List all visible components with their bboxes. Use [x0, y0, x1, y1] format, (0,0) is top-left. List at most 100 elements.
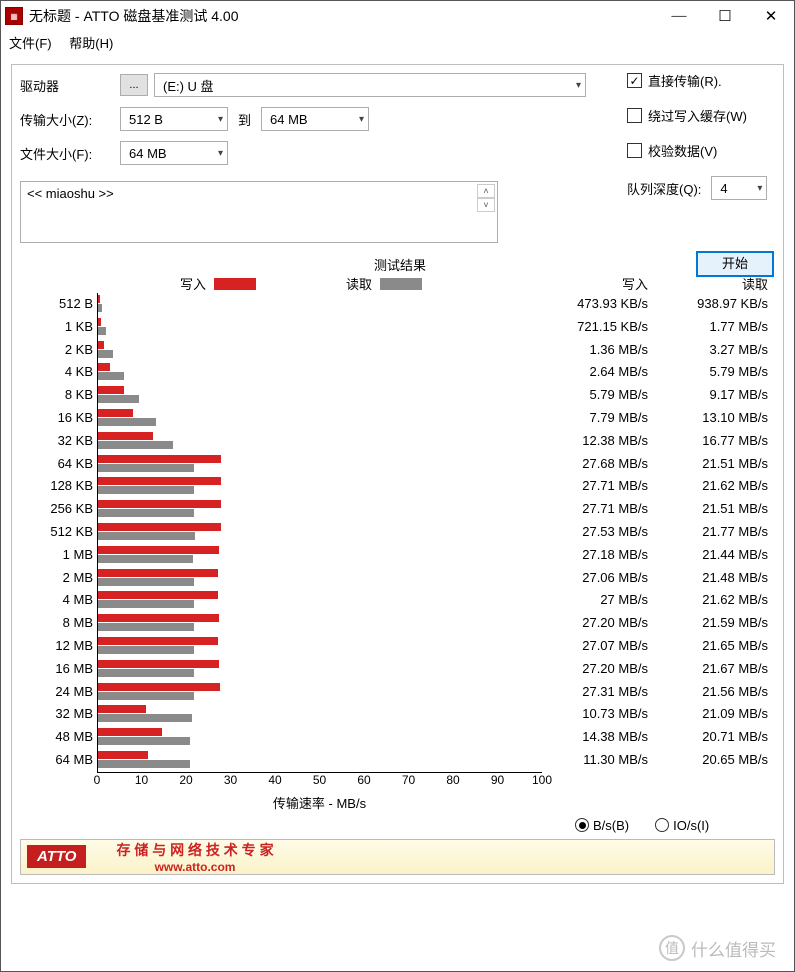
bar-read — [98, 692, 194, 700]
bar-read — [98, 418, 156, 426]
y-tick: 8 MB — [20, 612, 93, 635]
close-button[interactable]: ✕ — [748, 1, 794, 31]
y-tick: 1 KB — [20, 316, 93, 339]
x-tick: 40 — [260, 773, 290, 787]
value-write: 14.38 MB/s — [542, 726, 662, 749]
x-tick: 60 — [349, 773, 379, 787]
bar-read — [98, 555, 193, 563]
y-tick: 16 KB — [20, 407, 93, 430]
bar-read — [98, 486, 194, 494]
y-tick: 12 MB — [20, 635, 93, 658]
checkbox-bypass-cache[interactable]: 绕过写入缓存(W) — [627, 106, 767, 125]
value-write: 27.20 MB/s — [542, 658, 662, 681]
spin-down-icon[interactable]: ˅ — [477, 198, 495, 212]
value-write: 1.36 MB/s — [542, 339, 662, 362]
bar-write — [98, 386, 124, 394]
value-write: 2.64 MB/s — [542, 361, 662, 384]
bar-write — [98, 683, 220, 691]
bar-read — [98, 532, 195, 540]
y-tick: 4 MB — [20, 589, 93, 612]
value-write: 7.79 MB/s — [542, 407, 662, 430]
checkbox-verify[interactable]: 校验数据(V) — [627, 141, 767, 160]
atto-logo: ATTO — [27, 845, 86, 868]
transfer-size-from[interactable]: 512 B▾ — [120, 107, 228, 131]
value-read: 1.77 MB/s — [662, 316, 782, 339]
y-tick: 48 MB — [20, 726, 93, 749]
menu-help[interactable]: 帮助(H) — [69, 36, 113, 51]
bar-read — [98, 578, 194, 586]
value-write: 27.71 MB/s — [542, 475, 662, 498]
x-axis-label: 传输速率 - MB/s — [97, 791, 542, 812]
spin-up-icon[interactable]: ˄ — [477, 184, 495, 198]
minimize-button[interactable]: — — [656, 1, 702, 31]
maximize-button[interactable]: ☐ — [702, 1, 748, 31]
y-tick: 4 KB — [20, 361, 93, 384]
value-write: 5.79 MB/s — [542, 384, 662, 407]
drive-browse-button[interactable]: ... — [120, 74, 148, 96]
bar-read — [98, 304, 102, 312]
radio-ios[interactable]: IO/s(I) — [655, 818, 709, 833]
bar-write — [98, 477, 221, 485]
chevron-down-icon: ▾ — [218, 114, 223, 125]
file-size-select[interactable]: 64 MB▾ — [120, 141, 228, 165]
x-tick: 10 — [127, 773, 157, 787]
value-read: 21.09 MB/s — [662, 703, 782, 726]
drive-select[interactable]: (E:) U 盘▾ — [154, 73, 586, 97]
y-tick: 64 MB — [20, 749, 93, 772]
bar-chart — [97, 293, 542, 773]
bar-read — [98, 350, 113, 358]
value-read: 938.97 KB/s — [662, 293, 782, 316]
x-tick: 90 — [483, 773, 513, 787]
value-read: 5.79 MB/s — [662, 361, 782, 384]
menu-file[interactable]: 文件(F) — [9, 36, 52, 51]
value-read: 20.71 MB/s — [662, 726, 782, 749]
bar-write — [98, 500, 221, 508]
x-tick: 70 — [394, 773, 424, 787]
value-read: 3.27 MB/s — [662, 339, 782, 362]
y-tick: 2 KB — [20, 339, 93, 362]
value-write: 27.07 MB/s — [542, 635, 662, 658]
bar-write — [98, 318, 101, 326]
bar-write — [98, 523, 221, 531]
y-tick: 1 MB — [20, 544, 93, 567]
y-tick: 128 KB — [20, 475, 93, 498]
bar-read — [98, 327, 106, 335]
bar-write — [98, 614, 219, 622]
start-button[interactable]: 开始 — [696, 251, 774, 277]
bar-read — [98, 646, 194, 654]
bar-write — [98, 751, 148, 759]
x-tick: 30 — [216, 773, 246, 787]
label-to: 到 — [238, 110, 251, 129]
y-tick: 8 KB — [20, 384, 93, 407]
legend-write: 写入 — [180, 274, 256, 293]
queue-depth-select[interactable]: 4▾ — [711, 176, 767, 200]
y-tick: 32 MB — [20, 703, 93, 726]
window-title: 无标题 - ATTO 磁盘基准测试 4.00 — [29, 6, 656, 26]
transfer-size-to[interactable]: 64 MB▾ — [261, 107, 369, 131]
value-read: 21.62 MB/s — [662, 475, 782, 498]
app-icon: ▦ — [5, 7, 23, 25]
x-tick: 0 — [82, 773, 112, 787]
value-read: 21.48 MB/s — [662, 567, 782, 590]
bar-write — [98, 637, 218, 645]
value-write: 27.06 MB/s — [542, 567, 662, 590]
value-read: 16.77 MB/s — [662, 430, 782, 453]
bar-write — [98, 728, 162, 736]
bar-write — [98, 705, 146, 713]
value-write: 473.93 KB/s — [542, 293, 662, 316]
bar-write — [98, 455, 221, 463]
y-tick: 512 KB — [20, 521, 93, 544]
chevron-down-icon: ▾ — [576, 80, 581, 91]
label-queue-depth: 队列深度(Q): — [627, 179, 701, 198]
value-read: 20.65 MB/s — [662, 749, 782, 772]
value-write: 721.15 KB/s — [542, 316, 662, 339]
label-drive: 驱动器 — [20, 76, 120, 95]
radio-bytes[interactable]: B/s(B) — [575, 818, 629, 833]
bar-write — [98, 295, 100, 303]
value-write: 27.31 MB/s — [542, 681, 662, 704]
checkbox-direct-io[interactable]: ✓ 直接传输(R). — [627, 71, 767, 90]
x-tick: 50 — [305, 773, 335, 787]
value-read: 21.67 MB/s — [662, 658, 782, 681]
description-input[interactable]: << miaoshu >> ˄˅ — [20, 181, 498, 243]
value-write: 27.20 MB/s — [542, 612, 662, 635]
